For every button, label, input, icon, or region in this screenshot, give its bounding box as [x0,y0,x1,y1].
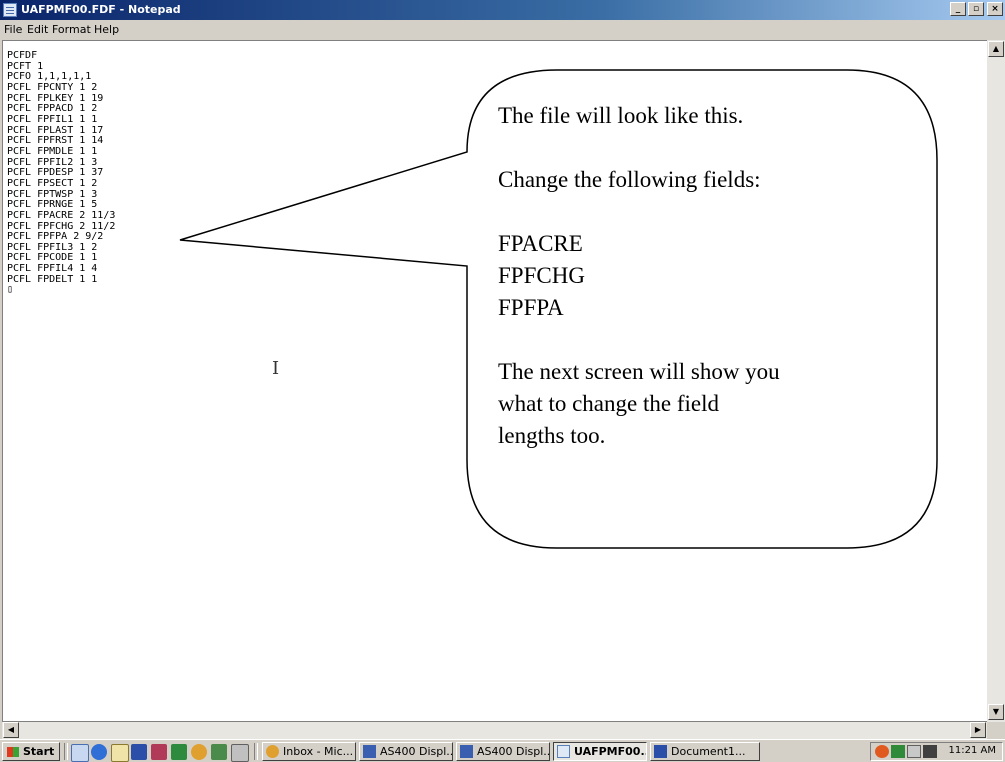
antivirus-icon[interactable] [875,745,889,758]
callout-line [498,132,878,164]
taskbar-button-document[interactable]: Document1... [650,742,760,761]
callout-line: FPACRE [498,231,583,256]
callout-line: Change the following fields: [498,167,761,192]
start-label: Start [23,745,55,758]
word-icon [654,745,667,758]
scroll-left-icon[interactable]: ◀ [3,722,19,738]
scanner-icon[interactable] [231,744,249,762]
horizontal-scrollbar[interactable]: ◀ ▶ [2,722,987,739]
internet-explorer-icon[interactable] [91,744,107,760]
outlook-icon [266,745,279,758]
vertical-scrollbar[interactable]: ▲ ▼ [987,40,1005,722]
printer-icon[interactable] [907,745,921,758]
callout-line [498,196,878,228]
start-button[interactable]: Start [2,742,60,761]
volume-icon[interactable] [923,745,937,758]
scroll-up-icon[interactable]: ▲ [988,41,1004,57]
notepad-icon [557,745,570,758]
callout-line: what to change the field [498,391,719,416]
ibm-terminal-icon [363,745,376,758]
taskbar-button-label: AS400 Displ... [477,745,550,758]
windows-flag-icon [7,747,19,757]
callout-line: FPFCHG [498,263,585,288]
taskbar-button-label: AS400 Displ... [380,745,453,758]
callout-line: FPFPA [498,295,564,320]
callout-line [498,324,878,356]
taskbar-button-label: UAFPMF00... [574,745,647,758]
clock: 11:21 AM [948,745,996,756]
excel-icon[interactable] [171,744,187,760]
callout-line: lengths too. [498,423,606,448]
taskbar-button-label: Document1... [671,745,746,758]
powerpoint-icon[interactable] [151,744,167,760]
scroll-right-icon[interactable]: ▶ [970,722,986,738]
program-icon[interactable] [211,744,227,760]
taskbar-button-label: Inbox - Mic... [283,745,354,758]
taskbar-button-inbox[interactable]: Inbox - Mic... [262,742,356,761]
taskbar-button-notepad[interactable]: UAFPMF00... [553,742,647,761]
taskbar-button-as400-2[interactable]: AS400 Displ... [456,742,550,761]
system-tray: 11:21 AM [870,742,1003,761]
taskbar-separator [64,743,68,760]
ibm-terminal-icon [460,745,473,758]
callout-line: The file will look like this. [498,103,744,128]
scroll-down-icon[interactable]: ▼ [988,704,1004,720]
taskbar-button-as400-1[interactable]: AS400 Displ... [359,742,453,761]
outlook-icon[interactable] [191,744,207,760]
search-icon[interactable] [111,744,129,762]
taskbar-separator [254,743,258,760]
callout-line: The next screen will show you [498,359,780,384]
word-icon[interactable] [131,744,147,760]
network-icon[interactable] [891,745,905,758]
callout-text: The file will look like this. Change the… [498,100,878,452]
show-desktop-icon[interactable] [71,744,89,762]
taskbar: Start Inbox - Mic... AS400 Displ... AS40… [0,739,1005,762]
